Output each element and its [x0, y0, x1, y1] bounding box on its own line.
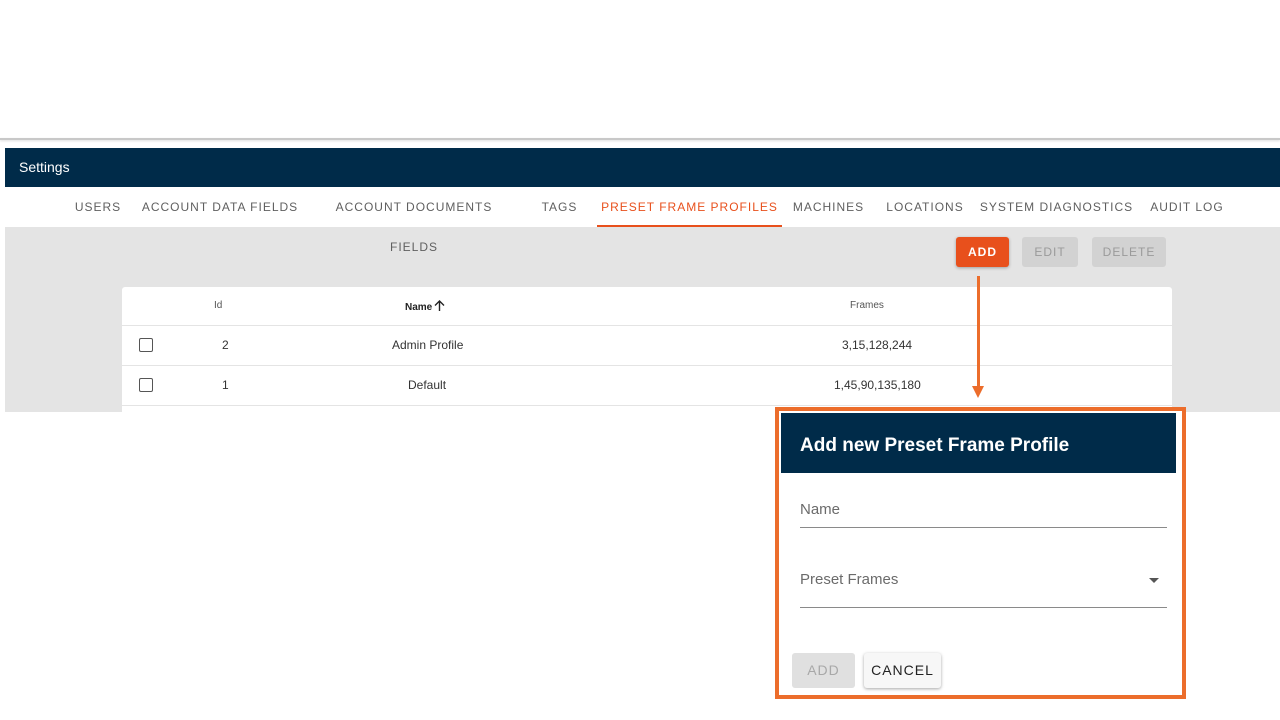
app-header: Settings: [5, 148, 1280, 187]
arrow-up-icon: [434, 300, 445, 315]
tab-machines[interactable]: MACHINES: [787, 187, 870, 227]
name-field[interactable]: Name: [800, 495, 1167, 528]
dropdown-caret-icon: [1149, 578, 1159, 583]
dialog-cancel-button[interactable]: CANCEL: [864, 653, 941, 688]
tab-account-documents-fields[interactable]: ACCOUNT DOCUMENTS FIELDS: [312, 187, 516, 254]
tab-audit-log[interactable]: AUDIT LOG: [1145, 187, 1229, 227]
table-header: Id Name Frames: [122, 287, 1172, 326]
tab-preset-frame-profiles-label: PRESET FRAME PROFILES: [601, 200, 778, 214]
table-row[interactable]: 1 Default 1,45,90,135,180: [122, 366, 1172, 406]
row-checkbox[interactable]: [139, 378, 153, 392]
dialog-title: Add new Preset Frame Profile: [800, 435, 1070, 456]
tab-preset-frame-profiles[interactable]: PRESET FRAME PROFILES: [597, 187, 782, 227]
cell-name: Admin Profile: [392, 338, 464, 352]
row-checkbox[interactable]: [139, 338, 153, 352]
annotation-arrow-line: [977, 276, 980, 388]
column-header-name[interactable]: Name: [405, 300, 445, 315]
tab-users[interactable]: USERS: [69, 187, 127, 227]
add-profile-dialog: Add new Preset Frame Profile Name Preset…: [775, 407, 1186, 699]
settings-window: Settings USERS ACCOUNT DATA FIELDS ACCOU…: [5, 148, 1280, 412]
preset-frames-label: Preset Frames: [800, 571, 899, 588]
tab-locations[interactable]: LOCATIONS: [881, 187, 969, 227]
tab-system-diagnostics[interactable]: SYSTEM DIAGNOSTICS: [979, 187, 1134, 227]
cell-frames: 1,45,90,135,180: [834, 378, 921, 392]
active-tab-indicator: [597, 225, 782, 227]
tab-tags[interactable]: TAGS: [533, 187, 586, 227]
top-divider: [0, 138, 1280, 140]
delete-button[interactable]: DELETE: [1092, 237, 1166, 267]
cell-name: Default: [408, 378, 447, 392]
dialog-add-button[interactable]: ADD: [792, 653, 855, 688]
table-row[interactable]: 2 Admin Profile 3,15,128,244: [122, 326, 1172, 366]
name-field-label: Name: [800, 501, 841, 518]
cell-id: 1: [222, 378, 229, 392]
column-header-frames[interactable]: Frames: [850, 300, 884, 311]
cell-frames: 3,15,128,244: [842, 338, 913, 352]
add-button[interactable]: ADD: [956, 237, 1009, 267]
settings-tabbar: USERS ACCOUNT DATA FIELDS ACCOUNT DOCUME…: [5, 187, 1280, 254]
annotation-arrow-head: [972, 386, 984, 398]
profiles-table: Id Name Frames 2 Admin Profile 3,15,128,…: [122, 287, 1172, 412]
edit-button[interactable]: EDIT: [1022, 237, 1078, 267]
column-header-name-label: Name: [405, 302, 433, 314]
preset-frames-select[interactable]: Preset Frames: [800, 561, 1167, 608]
dialog-header: Add new Preset Frame Profile: [779, 411, 1178, 475]
tab-account-data-fields[interactable]: ACCOUNT DATA FIELDS: [141, 187, 299, 227]
column-header-id[interactable]: Id: [214, 300, 222, 311]
cell-id: 2: [222, 338, 229, 352]
app-title: Settings: [19, 159, 70, 175]
